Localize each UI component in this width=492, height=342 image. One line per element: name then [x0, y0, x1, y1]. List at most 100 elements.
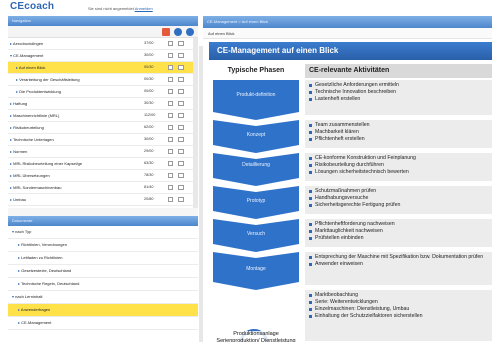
tree-item-text: Umbau — [12, 197, 27, 202]
tree-item[interactable]: ▸ Maschinenrichtlinie (MRL) 112/00 — [8, 110, 193, 122]
navigation-tree: ▸ Aerodruckdingen 37/00 ▾ CE-Management 30/… — [8, 38, 198, 208]
tree-item-label: ▾ CE-Management — [10, 50, 144, 61]
tree-item[interactable]: ▸ Risikobeurteilung 62/00 — [8, 122, 193, 134]
tree-item-checkbox[interactable] — [168, 137, 173, 142]
tree-item-checkbox[interactable] — [168, 41, 173, 46]
tree-item-checkbox[interactable] — [168, 125, 173, 130]
activity-item: Anwender einweisen — [309, 261, 488, 268]
tree-item[interactable]: ▸ Auf einen Blick 00/30 — [8, 62, 193, 74]
activity-item: Risikobeurteilung durchführen — [309, 162, 488, 169]
tree-item-checkbox[interactable] — [168, 149, 173, 154]
activity-item: Machbarkeit klären — [309, 129, 488, 136]
phase-chevron-fill — [213, 80, 299, 120]
activity-item: Marktbeobachtung — [309, 292, 488, 299]
document-icon[interactable] — [178, 89, 184, 94]
tree-item-checkbox[interactable] — [168, 173, 173, 178]
tree-item-checkbox[interactable] — [168, 89, 173, 94]
tree-item[interactable]: ▸ MRL Risikobeurteilung einer Kapsel/ge 6… — [8, 158, 193, 170]
document-list-item[interactable]: ▸ Richtlinien, Verordnungen — [8, 239, 198, 252]
tree-item-text: Haftung — [12, 101, 28, 106]
tree-item-text: Verarbeitung der Geschäftsleitung — [18, 77, 80, 82]
tree-item-checkbox[interactable] — [168, 197, 173, 202]
tree-item[interactable]: ▸ Umbau 20/80 — [8, 194, 193, 206]
phases-column-header: Typische Phasen — [211, 64, 301, 78]
tree-item[interactable]: ▸ MRL Sondermaschinenbau 81/40 — [8, 182, 193, 194]
activity-item: Gesetzliche Anforderungen ermitteln — [309, 82, 488, 89]
navigation-panel: Navigation ▸ Aerodruckdingen 37/00 ▾ CE-Ma… — [8, 16, 198, 342]
activity-item: Markttauglichkeit nachweisen — [309, 228, 488, 235]
document-list-item[interactable]: ▸ Gesetzestexte, Deutschland — [8, 265, 198, 278]
navigation-panel-title: Navigation — [8, 16, 198, 26]
document-icon[interactable] — [178, 149, 184, 154]
tree-item-checkbox[interactable] — [168, 161, 173, 166]
tree-item[interactable]: ▸ Aerodruckdingen 37/00 — [8, 38, 193, 50]
document-icon[interactable] — [178, 53, 184, 58]
document-icon[interactable] — [178, 125, 184, 130]
phase-label: Prototyp — [246, 197, 266, 204]
tree-item-text: MRL Sondermaschinenbau — [12, 185, 62, 190]
tree-item-checkbox[interactable] — [168, 53, 173, 58]
login-link[interactable]: Anmelden — [135, 6, 153, 11]
tree-item-checkbox[interactable] — [168, 101, 173, 106]
document-list-item[interactable]: ▸ Technische Regeln, Deutschland — [8, 278, 198, 291]
activity-item: Pflichtenheft erstellen — [309, 136, 488, 143]
login-status-text: Sie sind nicht angemeldet — [88, 6, 134, 11]
activity-item: Einzelmaschinen: Dienstleistung, Umbau — [309, 306, 488, 313]
phase-label: Montage — [246, 266, 266, 272]
document-list-item[interactable]: ▸ CE-Management — [8, 317, 198, 330]
tree-item-text: Die Produktentwicklung — [18, 89, 61, 94]
pdf-icon[interactable] — [162, 28, 170, 36]
tree-item-checkbox[interactable] — [168, 113, 173, 118]
navigation-toolbar — [8, 26, 198, 38]
tree-item[interactable]: ▸ Technische Unterlagen 30/00 — [8, 134, 193, 146]
document-icon[interactable] — [178, 41, 184, 46]
tree-item-label: ▸ Maschinenrichtlinie (MRL) — [10, 110, 144, 121]
tree-item[interactable]: ▸ Die Produktentwicklung 00/00 — [8, 86, 193, 98]
tree-item-checkbox[interactable] — [168, 65, 173, 70]
tree-item-label: ▸ Die Produktentwicklung — [16, 86, 150, 97]
tree-item[interactable]: ▸ Normen 29/00 — [8, 146, 193, 158]
tree-item[interactable]: ▸ MRL Übersetzungen 78/30 — [8, 170, 193, 182]
document-list-item-text: Anwenderfragen — [20, 307, 51, 312]
phase-activities: CE-konforme Konstruktion und Feinplanung… — [305, 153, 492, 181]
document-icon[interactable] — [178, 185, 184, 190]
tree-item-count: 20/80 — [144, 197, 154, 201]
phase-label: Produktionsanlage Serienproduktion/ Dien… — [213, 331, 299, 342]
document-icon[interactable] — [178, 65, 184, 70]
phase-activities: Marktbeobachtung Serie: Weiterentwicklung… — [305, 290, 492, 341]
tree-item-label: ▸ Verarbeitung der Geschäftsleitung — [16, 74, 150, 85]
document-icon[interactable] — [178, 173, 184, 178]
tree-item-checkbox[interactable] — [168, 77, 173, 82]
document-list-item[interactable]: ▸ Anwenderfragen — [8, 304, 198, 317]
document-list-item[interactable]: ▾ nach Lerninhalt — [8, 291, 198, 304]
search-icon[interactable] — [174, 28, 182, 36]
content-panel: CE-Management > Auf einen Blick Auf eine… — [203, 16, 492, 342]
tree-item-checkbox[interactable] — [168, 185, 173, 190]
tree-item[interactable]: ▸ Haftung 30/30 — [8, 98, 193, 110]
tree-item[interactable]: ▾ CE-Management 30/00 — [8, 50, 193, 62]
tree-item[interactable]: ▸ Verarbeitung der Geschäftsleitung 00/30 — [8, 74, 193, 86]
activity-item: Lösungen sicherheitstechnisch bewerten — [309, 169, 488, 176]
tree-item-count: 29/00 — [144, 149, 154, 153]
phase-chevron-shape — [213, 252, 299, 290]
document-list-item-text: CE-Management — [20, 320, 52, 325]
document-icon[interactable] — [178, 197, 184, 202]
phase-label: Versuch — [246, 230, 266, 237]
document-icon[interactable] — [178, 161, 184, 166]
tree-item-count: 62/00 — [144, 125, 154, 129]
document-icon[interactable] — [178, 137, 184, 142]
info-icon[interactable] — [186, 28, 194, 36]
logo[interactable]: CEcoach — [10, 1, 54, 12]
tree-item-label: ▸ Risikobeurteilung — [10, 122, 144, 133]
panel-splitter[interactable] — [8, 208, 198, 216]
document-icon[interactable] — [178, 101, 184, 106]
tree-item-text: MRL Übersetzungen — [12, 173, 50, 178]
document-icon[interactable] — [178, 77, 184, 82]
content-breadcrumb: CE-Management > Auf einen Blick — [203, 16, 492, 28]
document-icon[interactable] — [178, 113, 184, 118]
tree-item-label: ▸ Aerodruckdingen — [10, 38, 144, 49]
document-list-item[interactable]: ▸ Leitfaden zu Richtlinien — [8, 252, 198, 265]
documents-list: ▾ nach Typ ▸ Richtlinien, Verordnungen ▸ L… — [8, 226, 198, 342]
document-list-item[interactable]: ▾ nach Typ — [8, 226, 198, 239]
tree-item-label: ▸ Haftung — [10, 98, 144, 109]
